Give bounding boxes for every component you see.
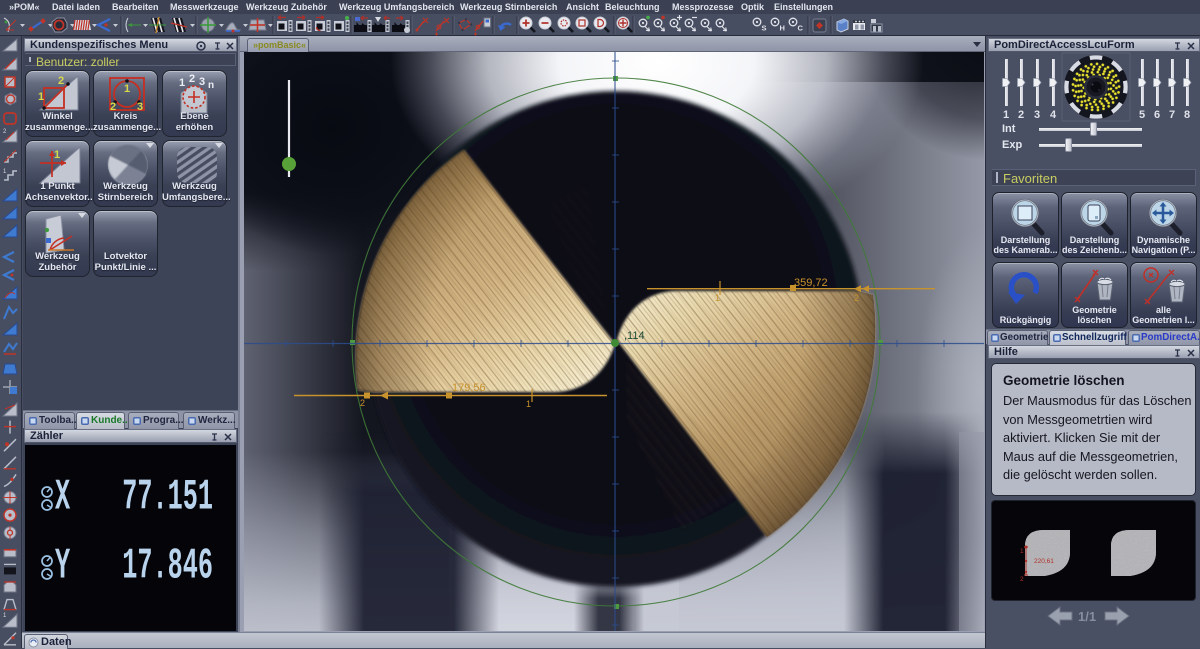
svg-text:1/1: 1/1 bbox=[1078, 609, 1096, 624]
svg-text:179,56: 179,56 bbox=[452, 382, 486, 394]
svg-text:,114: ,114 bbox=[624, 330, 645, 342]
svg-text:1: 1 bbox=[1020, 548, 1024, 555]
svg-text:1: 1 bbox=[3, 169, 7, 175]
svg-text:2: 2 bbox=[1020, 576, 1024, 583]
svg-text:359,72: 359,72 bbox=[794, 277, 828, 289]
svg-text:1: 1 bbox=[124, 83, 130, 95]
svg-text:2: 2 bbox=[189, 73, 195, 85]
svg-text:S: S bbox=[762, 24, 767, 33]
svg-text:n: n bbox=[208, 80, 214, 91]
svg-text:1: 1 bbox=[38, 91, 44, 103]
svg-text:C: C bbox=[798, 24, 804, 33]
svg-text:1: 1 bbox=[526, 399, 531, 409]
svg-text:1: 1 bbox=[3, 613, 7, 619]
svg-text:220,61: 220,61 bbox=[1034, 558, 1054, 565]
svg-text:1: 1 bbox=[715, 293, 720, 303]
svg-text:3: 3 bbox=[199, 76, 205, 88]
svg-text:1: 1 bbox=[54, 149, 60, 161]
svg-text:2: 2 bbox=[58, 75, 64, 87]
svg-text:2: 2 bbox=[854, 293, 859, 303]
svg-text:H: H bbox=[780, 24, 785, 33]
svg-text:1: 1 bbox=[179, 77, 185, 89]
svg-text:2: 2 bbox=[3, 129, 7, 135]
svg-text:2: 2 bbox=[360, 398, 365, 408]
